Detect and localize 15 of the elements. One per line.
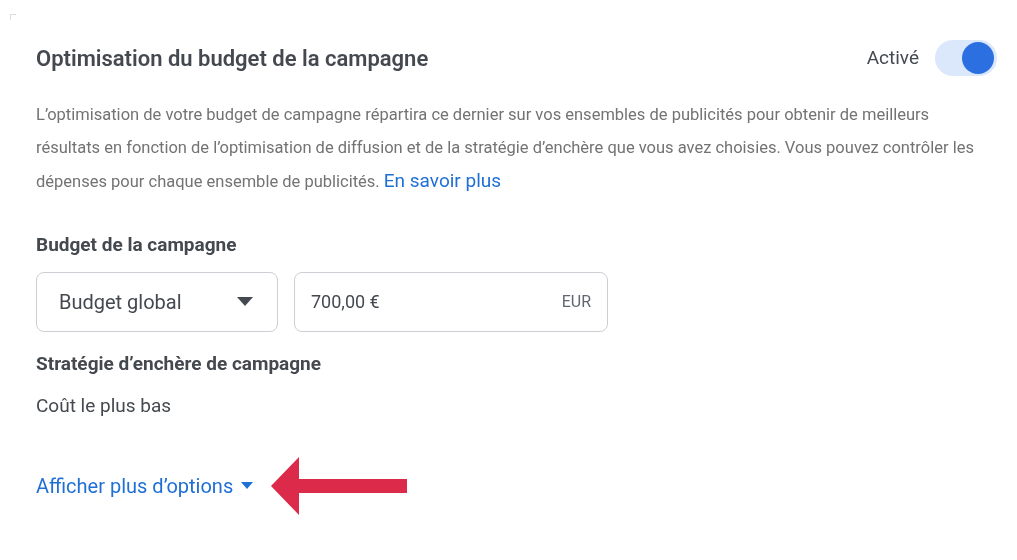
field-label: Stratégie d’enchère de campagne [36,350,323,377]
caret-icon [241,482,254,489]
toggle-switch[interactable] [935,40,997,76]
description-paragraph: L’optimisation de votre budget de campagne répartira ce dernier sur vos ensembles de publicités pour obtenir de meilleurs résultats en fonction de l’optimisation de diffusion et de la stratégie d’enchère que vous avez choisies. Vous pouvez contrôler les dépenses pour chaque ensemble de publicités. En savoir plus [36,104,975,194]
section-title: Optimisation du budget de la campagne [36,44,429,73]
field-label: Budget de la campagne [36,232,238,258]
amount-input[interactable]: 700,00 € [311,288,491,315]
budget-amount-field[interactable]: 700,00 € EUR [294,271,608,332]
toggle-label: Activé [866,44,919,71]
more-options-link[interactable]: Afficher plus d’options [36,470,254,501]
learn-more-link[interactable]: En savoir plus [383,169,502,192]
caret-icon [237,296,253,307]
budget-type-dropdown[interactable]: Budget global [36,271,278,332]
bid-strategy-value: Coût le plus bas [36,393,173,419]
currency-label: EUR [561,290,591,313]
